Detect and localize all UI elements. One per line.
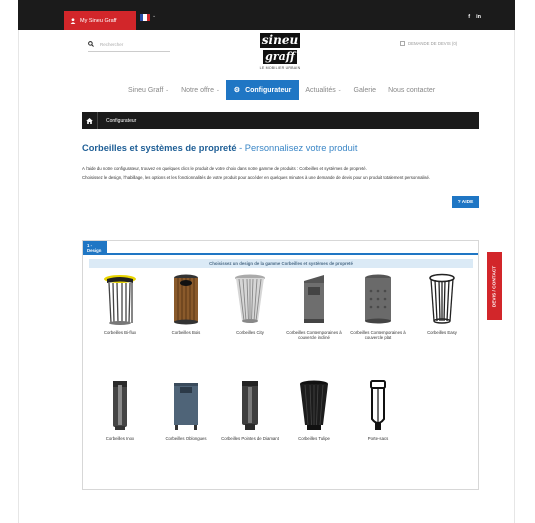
nav-label: Galerie [353,86,377,94]
page-title: Corbeilles et systèmes de propreté - Per… [82,143,357,153]
breadcrumb: Configurateur [82,112,479,129]
search-field[interactable]: Rechercher [88,39,168,49]
product-label: Corbeilles Contemporaines à couvercle pl… [350,330,406,341]
nav-item-nous-contacter[interactable]: Nous contacter [382,80,441,100]
product-card[interactable]: Corbeilles Contemporaines à couvercle in… [285,273,343,341]
step-header [83,241,478,255]
product-label: Porte-sacs [367,436,389,441]
choose-design-heading: Choisissez un design de la gamme Corbeil… [89,259,473,268]
intro-paragraph-2: Choisissez le design, l'habillage, les o… [82,175,431,181]
city-bin-image [235,274,265,323]
my-account-label: My Sineu Graff [80,17,117,24]
language-caret-icon[interactable]: ⌄ [152,13,156,19]
product-card[interactable]: Corbeilles Tulipe [285,379,343,441]
product-label: Corbeilles City [236,330,264,335]
nav-item-actualites[interactable]: Actualités ⌄ [299,80,347,100]
oblong-bin-image [174,383,198,430]
page-title-main: Corbeilles et systèmes de propreté [82,143,237,153]
quote-contact-label: DEVIS / CONTACT [492,265,497,307]
contemporary-flat-bin-image [365,274,391,324]
chevron-down-icon: ⌄ [337,87,342,92]
nav-label: Sineu Graff [128,86,164,94]
product-card[interactable]: Corbeilles Pointes de Diamant [221,379,279,441]
product-label: Corbeilles Oblongues [165,436,207,441]
product-card[interactable]: Corbeilles City [221,273,279,335]
quote-contact-tab[interactable]: DEVIS / CONTACT [487,252,502,320]
nav-label: Actualités [305,86,336,94]
product-label: Corbeilles Bois [171,330,201,335]
linkedin-icon[interactable]: in [476,14,481,20]
nav-label: Configurateur [245,86,292,94]
language-flag-icon[interactable] [140,14,150,21]
product-card[interactable]: Porte-sacs [349,379,407,441]
chevron-down-icon: ⌄ [216,87,220,92]
user-icon [70,17,76,24]
my-account-button[interactable]: My Sineu Graff [64,11,136,30]
quote-request-label: DEMANDE DE DEVIS (0) [408,41,458,46]
nav-item-configurateur[interactable]: ⚙ Configurateur [225,80,300,100]
product-card[interactable]: Corbeilles Inox [91,379,149,441]
bi-flux-bin-image [104,275,136,325]
product-card[interactable]: Corbeilles Bi-flux [91,273,149,335]
search-icon [88,41,94,47]
help-button[interactable]: ? AIDE [452,196,479,208]
easy-bin-image [429,273,455,324]
page-title-sub: Personnalisez votre produit [244,143,358,153]
diamond-point-bin-image [242,381,258,430]
facebook-icon[interactable]: f [468,14,470,20]
bag-holder-image [370,380,386,430]
intro-text: A l'aide du notre configurateur, trouvez… [82,166,484,185]
social-links: f in [468,14,481,20]
gear-icon: ⚙ [233,87,241,94]
document-icon [400,41,405,46]
logo-line1: sineu [260,33,300,48]
product-label: Corbeilles Inox [105,436,135,441]
contemporary-inclined-bin-image [304,275,324,323]
product-label: Corbeilles Easy [427,330,457,335]
product-card[interactable]: Corbeilles Contemporaines à couvercle pl… [349,273,407,341]
nav-label: Nous contacter [388,86,436,94]
nav-label: Notre offre [181,86,215,94]
step-tab-design[interactable]: 1 - Design [83,241,107,255]
product-card[interactable]: Corbeilles Bois [157,273,215,335]
top-bar: My Sineu Graff ⌄ f in [18,0,515,30]
search-placeholder: Rechercher [100,41,124,47]
configurator-panel: 1 - Design Choisissez un design de la ga… [82,240,479,490]
chevron-down-icon: ⌄ [165,87,170,92]
nav-item-galerie[interactable]: Galerie [348,80,383,100]
search-underline [88,51,170,52]
tulip-bin-image [300,380,328,430]
breadcrumb-current: Configurateur [106,117,137,124]
nav-item-sineu-graff[interactable]: Sineu Graff ⌄ [122,80,175,100]
intro-paragraph-1: A l'aide du notre configurateur, trouvez… [82,166,367,171]
inox-bin-image [113,381,127,430]
product-label: Corbeilles Pointes de Diamant [221,436,279,441]
logo-line2: graff [263,50,297,64]
quote-request-link[interactable]: DEMANDE DE DEVIS (0) [400,41,457,46]
logo-tagline: LE MOBILIER URBAIN [259,66,301,70]
product-label: Corbeilles Tulipe [298,436,330,441]
product-label: Corbeilles Bi-flux [103,330,137,335]
main-nav: Sineu Graff ⌄ Notre offre ⌄ ⚙ Configurateu… [122,80,441,100]
home-icon[interactable] [82,112,98,129]
page-title-separator: - [236,143,245,153]
sineu-graff-logo[interactable]: sineu graff LE MOBILIER URBAIN [258,33,302,71]
wood-bin-image [174,274,198,325]
product-label: Corbeilles Contemporaines à couvercle in… [286,330,342,341]
product-card[interactable]: Corbeilles Oblongues [157,379,215,441]
nav-item-notre-offre[interactable]: Notre offre ⌄ [175,80,226,100]
product-card[interactable]: Corbeilles Easy [413,273,471,335]
